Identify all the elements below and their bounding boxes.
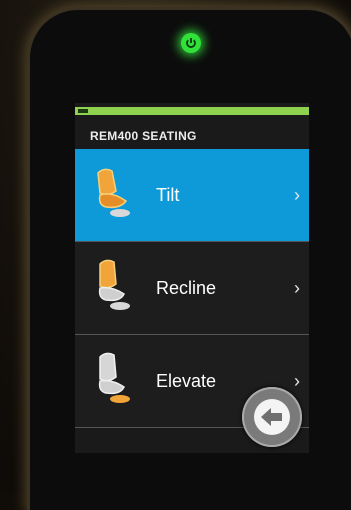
back-arrow-icon xyxy=(254,399,290,435)
seat-tilt-icon xyxy=(97,168,130,217)
chevron-right-icon: › xyxy=(294,277,300,298)
battery-indicator xyxy=(75,107,309,115)
menu-item-label: Elevate xyxy=(156,370,217,391)
back-button[interactable] xyxy=(242,387,302,447)
power-icon xyxy=(186,38,196,48)
seat-recline-icon xyxy=(98,259,130,310)
chevron-right-icon: › xyxy=(294,370,300,391)
battery-tip xyxy=(78,109,88,113)
menu-item-recline[interactable]: Recline › xyxy=(75,242,309,334)
power-indicator[interactable] xyxy=(181,33,201,53)
menu-item-label: Recline xyxy=(156,277,217,298)
seat-elevate-icon xyxy=(98,352,130,403)
menu-item-tilt[interactable]: Tilt › xyxy=(75,149,309,241)
chevron-right-icon: › xyxy=(294,184,300,205)
menu-item-label: Tilt xyxy=(156,184,180,205)
screen-title: REM400 SEATING xyxy=(90,129,197,143)
